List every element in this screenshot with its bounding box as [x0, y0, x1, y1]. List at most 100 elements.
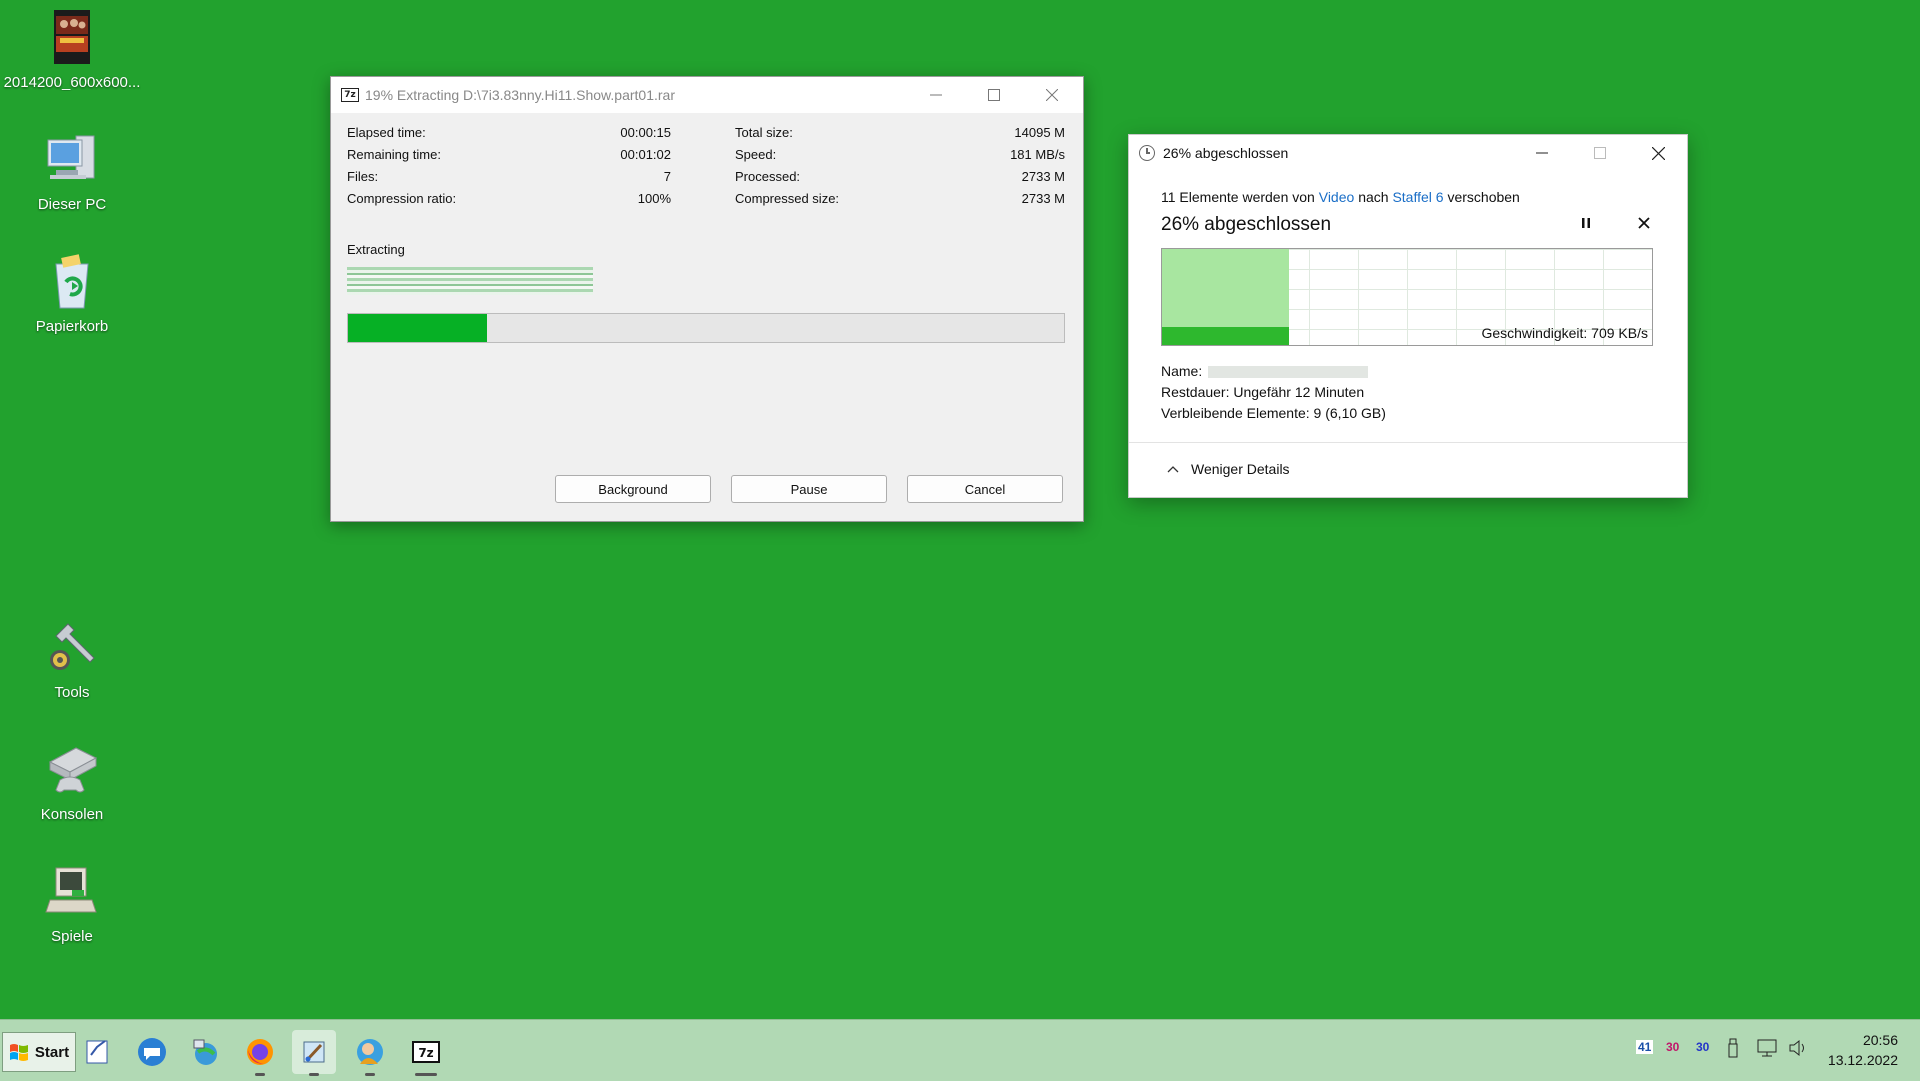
computer-icon — [42, 130, 102, 190]
extraction-progress-fill — [348, 314, 487, 342]
compressed-size-label: Compressed size: — [735, 191, 840, 206]
start-button[interactable]: Start — [2, 1032, 76, 1072]
close-icon — [1046, 89, 1058, 101]
clock-icon — [1139, 145, 1155, 161]
taskbar: Start 7z 41 30 30 20:56 13.12.2022 — [0, 1019, 1920, 1081]
user-globe-icon — [357, 1039, 383, 1065]
elapsed-time-value: 00:00:15 — [620, 125, 671, 140]
move-description: 11 Elemente werden von Video nach Staffe… — [1161, 189, 1520, 205]
compressed-size-value: 2733 M — [1021, 191, 1065, 206]
desktop-icon-konsolen[interactable]: Konsolen — [2, 740, 142, 823]
window-title: 19% Extracting D:\7i3.83nny.Hi11.Show.pa… — [365, 87, 675, 103]
speed-value: 181 MB/s — [1010, 147, 1065, 162]
processed-value: 2733 M — [1021, 169, 1065, 184]
cancel-button[interactable]: Cancel — [907, 475, 1063, 503]
speed-level — [1162, 327, 1290, 345]
source-folder-link[interactable]: Video — [1319, 189, 1355, 205]
network-globe-icon — [193, 1039, 217, 1065]
desktop-icon-dieser-pc[interactable]: Dieser PC — [2, 130, 142, 213]
close-button[interactable] — [1023, 77, 1081, 113]
move-description-mid: nach — [1358, 189, 1389, 205]
taskbar-app-paint[interactable] — [292, 1030, 336, 1076]
windows-flag-icon — [9, 1042, 29, 1062]
remaining-time: Restdauer: Ungefähr 12 Minuten — [1161, 384, 1365, 400]
taskbar-app-firefox[interactable] — [238, 1030, 282, 1076]
compression-ratio-label: Compression ratio: — [347, 191, 457, 206]
volume-icon[interactable] — [1788, 1038, 1808, 1061]
close-icon — [1638, 217, 1650, 229]
running-indicator — [415, 1073, 437, 1076]
elapsed-time-label: Elapsed time: — [347, 125, 426, 140]
window-titlebar[interactable]: 7z 19% Extracting D:\7i3.83nny.Hi11.Show… — [331, 77, 1083, 113]
speed-label: Speed: — [735, 147, 777, 162]
minimize-button[interactable] — [1513, 135, 1571, 171]
desktop-icon-label: Dieser PC — [37, 196, 107, 213]
background-button[interactable]: Background — [555, 475, 711, 503]
name-label: Name: — [1161, 363, 1203, 379]
window-titlebar[interactable]: 26% abgeschlossen — [1129, 135, 1687, 171]
chevron-up-icon — [1167, 466, 1179, 473]
tray-item-temp-2[interactable]: 30 — [1696, 1040, 1709, 1054]
right-stats: Total size: 14095 M Speed: 181 MB/s Proces… — [735, 125, 1065, 213]
taskbar-clock[interactable]: 20:56 13.12.2022 — [1828, 1030, 1898, 1070]
minimize-icon — [930, 94, 942, 96]
percent-complete-heading: 26% abgeschlossen — [1161, 214, 1332, 235]
remaining-time-label: Remaining time: — [347, 147, 441, 162]
desktop-icon-spiele[interactable]: Spiele — [2, 862, 142, 945]
maximize-icon — [1594, 147, 1606, 159]
taskbar-app-chat[interactable] — [130, 1030, 174, 1074]
pause-button[interactable]: Pause — [731, 475, 887, 503]
desktop-icon-image-file[interactable]: 2014200_600x600... — [2, 8, 142, 91]
chat-app-icon — [138, 1038, 166, 1066]
window-title: 26% abgeschlossen — [1163, 145, 1289, 161]
image-thumbnail-icon — [42, 8, 102, 68]
network-icon[interactable] — [1756, 1038, 1778, 1061]
processed-label: Processed: — [735, 169, 801, 184]
move-description-prefix: 11 Elemente werden von — [1161, 189, 1315, 205]
7zip-icon: 7z — [412, 1041, 440, 1063]
start-label: Start — [34, 1043, 70, 1061]
remaining-items: Verbleibende Elemente: 9 (6,10 GB) — [1161, 405, 1386, 421]
fewer-details-label: Weniger Details — [1191, 461, 1290, 477]
desktop-icon-papierkorb[interactable]: Papierkorb — [2, 252, 142, 335]
maximize-icon — [988, 89, 1000, 101]
notes-app-icon — [86, 1040, 108, 1064]
desktop-icon-label: Spiele — [51, 928, 93, 945]
total-size-value: 14095 M — [1014, 125, 1065, 140]
usb-device-icon[interactable] — [1726, 1038, 1740, 1061]
current-file-name-redacted — [347, 267, 593, 295]
destination-folder-link[interactable]: Staffel 6 — [1392, 189, 1443, 205]
cancel-transfer-button[interactable] — [1637, 216, 1651, 235]
tray-item-cpu[interactable]: 41 — [1636, 1040, 1654, 1054]
paint-brush-app-icon — [303, 1041, 325, 1063]
minimize-button[interactable] — [907, 77, 965, 113]
retro-computer-icon — [42, 862, 102, 922]
files-label: Files: — [347, 169, 379, 184]
maximize-button — [1571, 135, 1629, 171]
file-name-redacted — [1208, 366, 1369, 379]
close-icon — [1651, 146, 1665, 160]
running-indicator — [255, 1073, 265, 1076]
desktop-icon-label: Papierkorb — [35, 318, 109, 335]
taskbar-app-notes[interactable] — [76, 1030, 120, 1074]
maximize-button[interactable] — [965, 77, 1023, 113]
desktop-icon-tools[interactable]: Tools — [2, 618, 142, 701]
sevenzip-progress-window: 7z 19% Extracting D:\7i3.83nny.Hi11.Show… — [330, 76, 1084, 522]
tools-wrench-gear-icon — [42, 618, 102, 678]
pause-button[interactable] — [1579, 216, 1593, 235]
extraction-progress-bar — [347, 313, 1065, 343]
clock-time: 20:56 — [1862, 1032, 1898, 1048]
firefox-icon — [247, 1039, 273, 1065]
tray-item-temp-1[interactable]: 30 — [1666, 1040, 1679, 1054]
fewer-details-toggle[interactable]: Weniger Details — [1167, 461, 1290, 477]
running-indicator — [309, 1073, 319, 1076]
desktop-icon-label: Konsolen — [40, 806, 104, 823]
taskbar-app-7zip[interactable]: 7z — [404, 1030, 448, 1076]
remaining-time-value: 00:01:02 — [620, 147, 671, 162]
pause-icon — [1582, 218, 1590, 228]
minimize-icon — [1536, 152, 1548, 154]
taskbar-app-user-globe[interactable] — [348, 1030, 392, 1076]
close-button[interactable] — [1629, 135, 1687, 171]
compression-ratio-value: 100% — [637, 191, 671, 206]
taskbar-app-network[interactable] — [184, 1030, 228, 1074]
